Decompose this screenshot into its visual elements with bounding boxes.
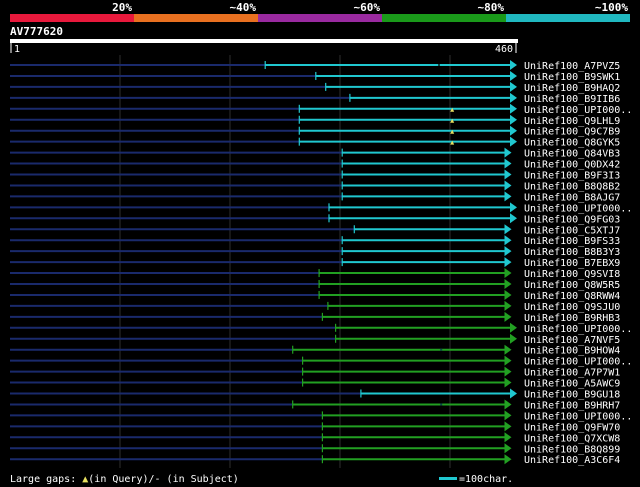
hit-label[interactable]: UniRef100_Q84VB3	[524, 149, 620, 160]
scale-bar	[439, 477, 457, 480]
hit-label[interactable]: UniRef100_Q9LHL9	[524, 116, 620, 127]
hit-label[interactable]: UniRef100_B8Q899	[524, 444, 620, 455]
hit-label[interactable]: UniRef100_B9SWK1	[524, 72, 620, 83]
hit-label[interactable]: UniRef100_Q7XCW8	[524, 433, 620, 444]
scale-tick-label: ~80%	[478, 1, 505, 14]
hit-label[interactable]: UniRef100_Q9SVI8	[524, 269, 620, 280]
hit-label[interactable]: UniRef100_B9IIB6	[524, 94, 620, 105]
hit-label[interactable]: UniRef100_B9GU18	[524, 390, 620, 401]
hit-label[interactable]: UniRef100_UPI000..	[524, 324, 632, 335]
scale-tick-label: ~40%	[230, 1, 257, 14]
hit-label[interactable]: UniRef100_B9HAQ2	[524, 83, 620, 94]
scale-segment	[258, 14, 382, 22]
scale-segment	[506, 14, 630, 22]
hit-label[interactable]: UniRef100_A7NVF5	[524, 335, 620, 346]
hit-label[interactable]: UniRef100_Q8RWW4	[524, 291, 620, 302]
hit-label[interactable]: UniRef100_B7EBX9	[524, 258, 620, 269]
hit-label[interactable]: UniRef100_A7PVZ5	[524, 61, 620, 72]
hit-label[interactable]: UniRef100_B9F3I3	[524, 171, 620, 182]
hit-label[interactable]: UniRef100_B9HRH7	[524, 400, 620, 411]
legend-description: (in Query)/- (in Subject)	[88, 474, 239, 485]
hit-label[interactable]: UniRef100_Q8GYK5	[524, 138, 620, 149]
ruler-end-label: 460	[495, 44, 513, 55]
legend-prefix: Large gaps:	[10, 474, 82, 485]
query-name: AV777620	[10, 25, 63, 38]
hit-label[interactable]: UniRef100_UPI000..	[524, 411, 632, 422]
hit-label[interactable]: UniRef100_A7P7W1	[524, 368, 620, 379]
scale-segment	[134, 14, 258, 22]
hit-label[interactable]: UniRef100_B8AJG7	[524, 192, 620, 203]
hit-label[interactable]: UniRef100_Q8W5R5	[524, 280, 620, 291]
ruler-start-label: 1	[14, 44, 20, 55]
hit-label[interactable]: UniRef100_UPI000..	[524, 105, 632, 116]
scale-tick-label: ~60%	[354, 1, 381, 14]
scale-bar-label: =100char.	[459, 474, 513, 485]
hit-label[interactable]: UniRef100_A5AWC9	[524, 379, 620, 390]
hit-label[interactable]: UniRef100_B9RHB3	[524, 313, 620, 324]
hit-label[interactable]: UniRef100_UPI000..	[524, 203, 632, 214]
hit-label[interactable]: UniRef100_B9HOW4	[524, 346, 620, 357]
blast-alignment-overview: 20% ~40% ~60% ~80% ~100% AV777620 1 460 UniR…	[0, 0, 640, 487]
hit-label[interactable]: UniRef100_C5XTJ7	[524, 225, 620, 236]
scale-tick-label: ~100%	[595, 1, 628, 14]
scale-tick-label: 20%	[112, 1, 132, 14]
hit-label[interactable]: UniRef100_UPI000..	[524, 357, 632, 368]
hit-label[interactable]: UniRef100_B8Q8B2	[524, 181, 620, 192]
hit-label[interactable]: UniRef100_Q9FW70	[524, 422, 620, 433]
hit-label[interactable]: UniRef100_Q9SJU0	[524, 302, 620, 313]
hit-label[interactable]: UniRef100_B8B3Y3	[524, 247, 620, 258]
svg-text:Large gaps: ▲(in Query)/- (in: Large gaps: ▲(in Query)/- (in Subject)	[10, 474, 239, 485]
hit-label[interactable]: UniRef100_A3C6F4	[524, 455, 620, 466]
hit-label[interactable]: UniRef100_B9FS33	[524, 236, 620, 247]
scale-segment	[10, 14, 134, 22]
hit-label[interactable]: UniRef100_Q9C7B9	[524, 127, 620, 138]
hit-label[interactable]: UniRef100_Q9FG03	[524, 214, 620, 225]
hit-label[interactable]: UniRef100_Q0DX42	[524, 160, 620, 171]
scale-segment	[382, 14, 506, 22]
